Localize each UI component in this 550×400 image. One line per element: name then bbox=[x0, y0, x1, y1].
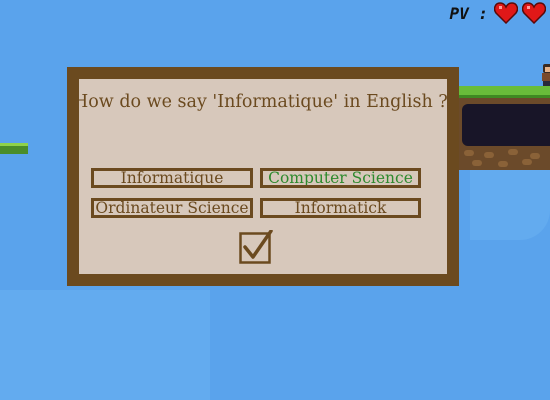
checkmark-icon[interactable] bbox=[239, 230, 273, 264]
hud-health: PV : bbox=[449, 2, 546, 24]
right-grass-platform bbox=[458, 86, 550, 170]
background-shape bbox=[0, 290, 210, 400]
heart-icon bbox=[494, 2, 518, 24]
answer-option-1[interactable]: Informatique bbox=[91, 168, 253, 188]
player-character bbox=[541, 64, 550, 86]
background-shape bbox=[470, 170, 550, 240]
answer-option-2[interactable]: Computer Science bbox=[260, 168, 421, 188]
quiz-dialog: How do we say 'Informatique' in English … bbox=[67, 67, 459, 286]
cave-opening bbox=[462, 104, 550, 146]
heart-icon bbox=[522, 2, 546, 24]
quiz-panel: How do we say 'Informatique' in English … bbox=[79, 79, 447, 274]
answer-option-4[interactable]: Informatick bbox=[260, 198, 421, 218]
health-label: PV : bbox=[449, 3, 488, 23]
answer-option-3[interactable]: Ordinateur Science bbox=[91, 198, 253, 218]
quiz-question: How do we say 'Informatique' in English … bbox=[79, 92, 447, 112]
left-ledge-platform bbox=[0, 143, 28, 154]
